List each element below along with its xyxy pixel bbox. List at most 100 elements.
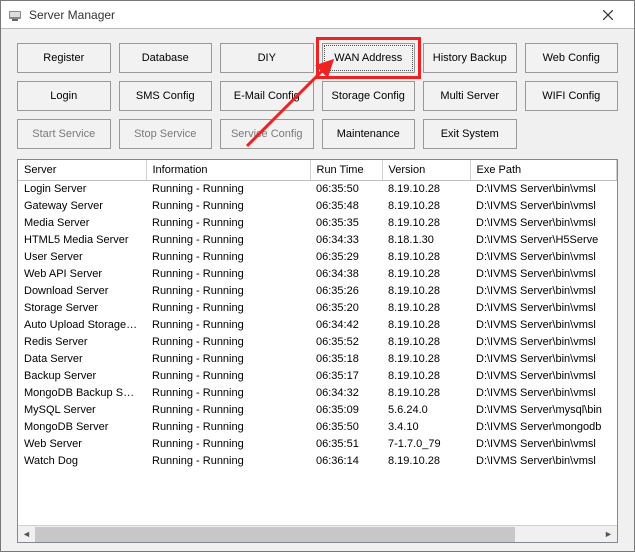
storage-config-button[interactable]: Storage Config: [322, 81, 416, 111]
cell-run_time: 06:35:26: [310, 282, 382, 299]
table-row[interactable]: Watch DogRunning - Running06:36:148.19.1…: [18, 452, 617, 469]
cell-version: 8.19.10.28: [382, 333, 470, 350]
scroll-left-icon[interactable]: ◄: [18, 526, 35, 543]
cell-info: Running - Running: [146, 316, 310, 333]
cell-server: Login Server: [18, 180, 146, 197]
close-button[interactable]: [588, 1, 628, 28]
history-backup-button[interactable]: History Backup: [423, 43, 517, 73]
table-row[interactable]: HTML5 Media ServerRunning - Running06:34…: [18, 231, 617, 248]
horizontal-scrollbar[interactable]: ◄ ►: [18, 525, 617, 542]
table-row[interactable]: MySQL ServerRunning - Running06:35:095.6…: [18, 401, 617, 418]
cell-version: 8.19.10.28: [382, 316, 470, 333]
scroll-right-icon[interactable]: ►: [600, 526, 617, 543]
cell-info: Running - Running: [146, 418, 310, 435]
email-config-button[interactable]: E-Mail Config: [220, 81, 314, 111]
cell-path: D:\IVMS Server\bin\vmsl: [470, 265, 617, 282]
cell-server: MongoDB Backup Server: [18, 384, 146, 401]
cell-path: D:\IVMS Server\bin\vmsl: [470, 197, 617, 214]
cell-path: D:\IVMS Server\bin\vmsl: [470, 367, 617, 384]
cell-server: Gateway Server: [18, 197, 146, 214]
scroll-thumb[interactable]: [35, 527, 515, 542]
database-button[interactable]: Database: [119, 43, 213, 73]
cell-info: Running - Running: [146, 299, 310, 316]
sms-config-button[interactable]: SMS Config: [119, 81, 213, 111]
service-config-button: Service Config: [220, 119, 314, 149]
table-row[interactable]: Download ServerRunning - Running06:35:26…: [18, 282, 617, 299]
cell-server: Data Server: [18, 350, 146, 367]
cell-version: 8.19.10.28: [382, 384, 470, 401]
cell-version: 8.19.10.28: [382, 214, 470, 231]
table-row[interactable]: MongoDB Backup ServerRunning - Running06…: [18, 384, 617, 401]
table-row[interactable]: User ServerRunning - Running06:35:298.19…: [18, 248, 617, 265]
cell-path: D:\IVMS Server\bin\vmsl: [470, 350, 617, 367]
cell-version: 8.19.10.28: [382, 197, 470, 214]
button-grid: Register DatabaseDIY WAN AddressHistory Ba…: [17, 43, 618, 149]
cell-info: Running - Running: [146, 452, 310, 469]
app-icon: [7, 7, 23, 23]
cell-server: Storage Server: [18, 299, 146, 316]
cell-version: 8.19.10.28: [382, 350, 470, 367]
table-row[interactable]: Login ServerRunning - Running06:35:508.1…: [18, 180, 617, 197]
cell-version: 8.19.10.28: [382, 282, 470, 299]
wan-address-button[interactable]: WAN Address: [322, 43, 416, 73]
cell-path: D:\IVMS Server\bin\vmsl: [470, 316, 617, 333]
table-row[interactable]: MongoDB ServerRunning - Running06:35:503…: [18, 418, 617, 435]
cell-info: Running - Running: [146, 350, 310, 367]
cell-run_time: 06:34:32: [310, 384, 382, 401]
cell-info: Running - Running: [146, 367, 310, 384]
column-header[interactable]: Information: [146, 160, 310, 180]
cell-server: Redis Server: [18, 333, 146, 350]
diy-button[interactable]: DIY: [220, 43, 314, 73]
column-header[interactable]: Version: [382, 160, 470, 180]
start-service-button: Start Service: [17, 119, 111, 149]
cell-run_time: 06:34:42: [310, 316, 382, 333]
cell-path: D:\IVMS Server\bin\vmsl: [470, 282, 617, 299]
scroll-track[interactable]: [35, 526, 600, 542]
cell-run_time: 06:35:50: [310, 418, 382, 435]
cell-run_time: 06:35:18: [310, 350, 382, 367]
register-button[interactable]: Register: [17, 43, 111, 73]
multi-server-button[interactable]: Multi Server: [423, 81, 517, 111]
cell-server: HTML5 Media Server: [18, 231, 146, 248]
cell-path: D:\IVMS Server\bin\vmsl: [470, 180, 617, 197]
table-row[interactable]: Data ServerRunning - Running06:35:188.19…: [18, 350, 617, 367]
column-header[interactable]: Run Time: [310, 160, 382, 180]
table-row[interactable]: Media ServerRunning - Running06:35:358.1…: [18, 214, 617, 231]
titlebar: Server Manager: [1, 1, 634, 29]
cell-run_time: 06:34:38: [310, 265, 382, 282]
maintenance-button[interactable]: Maintenance: [322, 119, 416, 149]
table-row[interactable]: Storage ServerRunning - Running06:35:208…: [18, 299, 617, 316]
cell-server: Backup Server: [18, 367, 146, 384]
exit-system-button[interactable]: Exit System: [423, 119, 517, 149]
login-button[interactable]: Login: [17, 81, 111, 111]
table-row[interactable]: Gateway ServerRunning - Running06:35:488…: [18, 197, 617, 214]
table-row[interactable]: Web ServerRunning - Running06:35:517-1.7…: [18, 435, 617, 452]
column-header[interactable]: Server: [18, 160, 146, 180]
cell-run_time: 06:35:09: [310, 401, 382, 418]
table-row[interactable]: Redis ServerRunning - Running06:35:528.1…: [18, 333, 617, 350]
wifi-config-button[interactable]: WIFI Config: [525, 81, 619, 111]
cell-version: 8.19.10.28: [382, 180, 470, 197]
column-header[interactable]: Exe Path: [470, 160, 617, 180]
cell-path: D:\IVMS Server\mongodb: [470, 418, 617, 435]
server-table: ServerInformationRun TimeVersionExe Path…: [17, 159, 618, 543]
cell-run_time: 06:35:29: [310, 248, 382, 265]
table-body: Login ServerRunning - Running06:35:508.1…: [18, 180, 617, 469]
table-row[interactable]: Auto Upload Storage S...Running - Runnin…: [18, 316, 617, 333]
cell-path: D:\IVMS Server\mysql\bin: [470, 401, 617, 418]
cell-version: 8.19.10.28: [382, 299, 470, 316]
cell-path: D:\IVMS Server\bin\vmsl: [470, 248, 617, 265]
cell-run_time: 06:35:50: [310, 180, 382, 197]
cell-version: 8.19.10.28: [382, 265, 470, 282]
table-row[interactable]: Backup ServerRunning - Running06:35:178.…: [18, 367, 617, 384]
cell-version: 7-1.7.0_79: [382, 435, 470, 452]
cell-run_time: 06:36:14: [310, 452, 382, 469]
cell-server: Auto Upload Storage S...: [18, 316, 146, 333]
cell-run_time: 06:35:48: [310, 197, 382, 214]
cell-run_time: 06:35:35: [310, 214, 382, 231]
web-config-button[interactable]: Web Config: [525, 43, 619, 73]
table-row[interactable]: Web API ServerRunning - Running06:34:388…: [18, 265, 617, 282]
cell-path: D:\IVMS Server\bin\vmsl: [470, 435, 617, 452]
cell-server: Web API Server: [18, 265, 146, 282]
cell-info: Running - Running: [146, 333, 310, 350]
